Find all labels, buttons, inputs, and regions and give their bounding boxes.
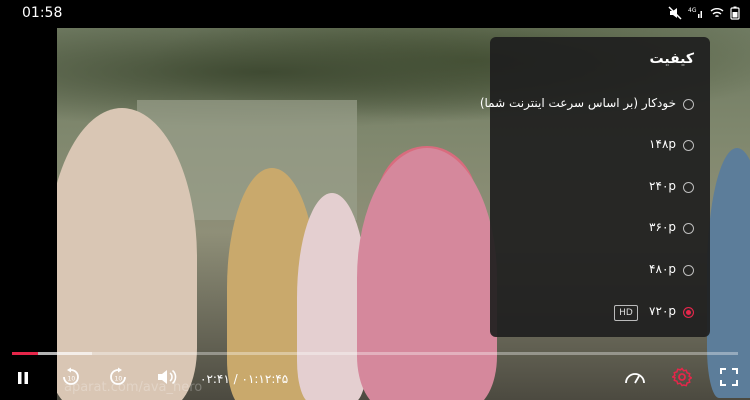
player-controls: 10 10: [0, 366, 750, 396]
signal-4g-icon: 4G: [688, 6, 704, 20]
quality-option-240p[interactable]: ۲۴۰p: [490, 175, 710, 201]
status-time: 01:58: [22, 5, 63, 21]
radio-icon: [683, 140, 694, 151]
quality-option-label: ۳۶۰p: [649, 220, 676, 234]
status-icons: 4G: [668, 6, 740, 20]
speed-icon: [624, 368, 646, 390]
radio-icon: [683, 265, 694, 276]
quality-menu-title: کیفیت: [649, 51, 694, 67]
pause-icon: [16, 370, 30, 389]
quality-option-480p[interactable]: ۴۸۰p: [490, 258, 710, 284]
fullscreen-button[interactable]: [716, 366, 742, 392]
rewind-10-button[interactable]: 10: [58, 366, 84, 392]
rewind-10-icon: 10: [61, 367, 81, 391]
mute-icon: [668, 6, 682, 20]
svg-text:4G: 4G: [688, 7, 697, 14]
radio-icon: [683, 182, 694, 193]
quality-option-label: ۴۸۰p: [649, 262, 676, 276]
quality-option-720p[interactable]: ۷۲۰p: [490, 300, 710, 326]
volume-button[interactable]: [154, 366, 180, 392]
seek-bar-played: [12, 352, 39, 355]
video-scene-person: [357, 148, 497, 400]
playback-speed-button[interactable]: [622, 366, 648, 392]
forward-10-icon: 10: [108, 367, 128, 391]
video-player[interactable]: کیفیت خودکار (بر اساس سرعت اینترنت شما) …: [0, 28, 750, 400]
quality-option-label: ۲۴۰p: [649, 179, 676, 193]
quality-option-360p[interactable]: ۳۶۰p: [490, 216, 710, 242]
pause-button[interactable]: [10, 366, 36, 392]
fullscreen-icon: [719, 367, 739, 391]
wifi-icon: [710, 6, 724, 20]
radio-icon: [683, 99, 694, 110]
battery-icon: [730, 6, 740, 20]
quality-option-auto[interactable]: خودکار (بر اساس سرعت اینترنت شما): [480, 92, 710, 118]
settings-button[interactable]: [669, 366, 695, 392]
svg-text:10: 10: [68, 376, 76, 383]
quality-menu: کیفیت خودکار (بر اساس سرعت اینترنت شما) …: [480, 37, 710, 337]
volume-icon: [156, 368, 178, 390]
radio-icon: [683, 223, 694, 234]
time-readout: ۰۲:۴۱ / ۰۱:۱۲:۴۵: [200, 372, 289, 386]
quality-option-148p[interactable]: ۱۴۸p: [490, 133, 710, 159]
quality-option-label: ۷۲۰p: [649, 304, 676, 318]
radio-selected-icon: [683, 307, 694, 318]
forward-10-button[interactable]: 10: [105, 366, 131, 392]
hd-badge: HD: [614, 305, 638, 321]
status-bar: 01:58 4G: [0, 0, 750, 28]
quality-option-label: ۱۴۸p: [649, 137, 676, 151]
quality-option-label: خودکار (بر اساس سرعت اینترنت شما): [479, 96, 676, 110]
seek-bar[interactable]: [12, 352, 738, 355]
settings-icon: [670, 367, 693, 391]
video-scene-person: [707, 148, 750, 398]
svg-text:10: 10: [115, 376, 123, 383]
